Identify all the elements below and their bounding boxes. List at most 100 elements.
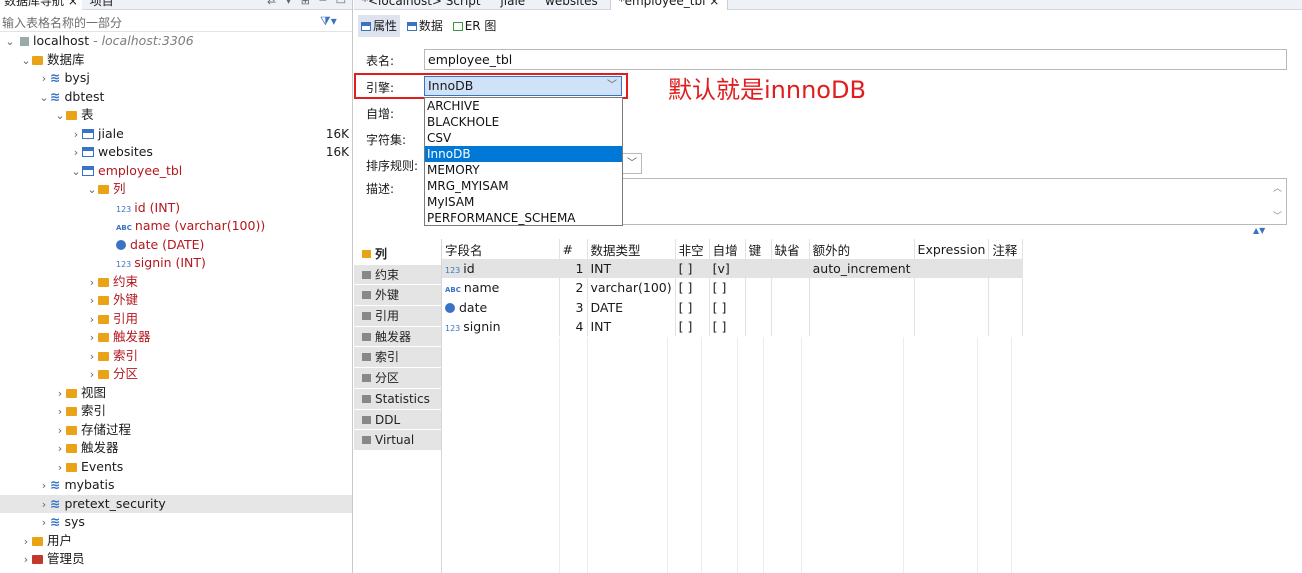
cell-notnull[interactable]: [ ] (675, 297, 710, 317)
engine-option[interactable]: MyISAM (425, 194, 622, 210)
column-header[interactable]: 额外的 (809, 239, 915, 259)
section-tab[interactable]: Virtual (354, 430, 441, 451)
chevron-right-icon[interactable]: › (54, 459, 66, 478)
chevron-right-icon[interactable]: › (20, 551, 32, 570)
table-row[interactable]: ABC name 2 varchar(100) [ ] [ ] (442, 278, 1024, 298)
cell-default[interactable] (771, 297, 810, 317)
chevron-down-icon[interactable]: ⌄ (38, 89, 50, 108)
cell-extra[interactable] (809, 316, 915, 337)
tree-node-triggers[interactable]: › 触发器 (0, 328, 352, 348)
table-row[interactable]: date 3 DATE [ ] [ ] (442, 297, 1024, 317)
engine-option[interactable]: PERFORMANCE_SCHEMA (425, 210, 622, 226)
chevron-right-icon[interactable]: › (38, 477, 50, 496)
cell-autoinc[interactable]: [ ] (709, 297, 746, 317)
collapse-icon[interactable]: ▲▼ (1253, 226, 1265, 235)
engine-select[interactable]: InnoDB ﹀ (424, 76, 622, 96)
chevron-right-icon[interactable]: › (86, 348, 98, 367)
chevron-right-icon[interactable]: › (86, 311, 98, 330)
chevron-right-icon[interactable]: › (38, 514, 50, 533)
cell-name[interactable]: ABC name (442, 278, 560, 298)
tree-node-bysj[interactable]: › ≋ bysj (0, 69, 352, 89)
filter-icon[interactable]: ⧩▾ (320, 14, 337, 29)
cell-comment[interactable] (988, 278, 1024, 298)
cell-dtype[interactable]: varchar(100) (587, 278, 676, 298)
engine-option[interactable]: ARCHIVE (425, 98, 622, 114)
tree-node-db-indexes[interactable]: › 索引 (0, 402, 352, 422)
filter-input[interactable] (2, 14, 314, 31)
cell-key[interactable] (745, 316, 772, 337)
chevron-right-icon[interactable]: › (86, 274, 98, 293)
cell-num[interactable]: 2 (559, 278, 588, 298)
chevron-down-icon[interactable]: ⌄ (20, 52, 32, 71)
section-tab[interactable]: 索引 (354, 347, 441, 369)
cell-extra[interactable]: auto_increment (809, 259, 915, 279)
tree-node-column-date[interactable]: date (DATE) (0, 236, 352, 255)
tab-script[interactable]: *<localhost> Script (354, 0, 489, 10)
cell-expr[interactable] (914, 316, 990, 337)
tree-node-procedures[interactable]: › 存储过程 (0, 421, 352, 441)
cell-name[interactable]: 123 id (442, 259, 560, 279)
chevron-right-icon[interactable]: › (86, 329, 98, 348)
tree-node-localhost[interactable]: ⌄ localhost - localhost:3306 (0, 32, 352, 52)
section-tab[interactable]: DDL (354, 409, 441, 431)
chevron-right-icon[interactable]: › (86, 366, 98, 385)
column-header[interactable]: Expression (914, 239, 990, 259)
cell-num[interactable]: 3 (559, 297, 588, 317)
chevron-right-icon[interactable]: › (54, 403, 66, 422)
navigator-toolbar-icons[interactable]: ⇄ ▾ ⊞ ─ ▭ (267, 0, 349, 7)
chevron-right-icon[interactable]: › (70, 126, 82, 145)
table-name-field[interactable] (424, 49, 1287, 70)
cell-comment[interactable] (988, 297, 1024, 317)
engine-option[interactable]: CSV (425, 130, 622, 146)
cell-default[interactable] (771, 316, 810, 337)
chevron-right-icon[interactable]: › (54, 440, 66, 459)
tree-node-jiale[interactable]: › jiale 16K (0, 125, 352, 145)
table-row[interactable]: 123 signin 4 INT [ ] [ ] (442, 316, 1024, 337)
cell-autoinc[interactable]: [ ] (709, 278, 746, 298)
tree-node-foreign-keys[interactable]: › 外键 (0, 291, 352, 310)
tree-node-tables[interactable]: ⌄ 表 (0, 106, 352, 125)
column-header[interactable]: 数据类型 (587, 239, 676, 259)
cell-autoinc[interactable]: [v] (709, 259, 746, 279)
chevron-down-icon[interactable]: ﹀ (607, 77, 617, 95)
tree-node-columns[interactable]: ⌄ 列 (0, 180, 352, 199)
tree-node-column-id[interactable]: 123 id (INT) (0, 199, 352, 218)
scroll-down-icon[interactable]: ﹀ (1273, 209, 1282, 222)
engine-option[interactable]: BLACKHOLE (425, 114, 622, 130)
tree-node-events[interactable]: › Events (0, 458, 352, 478)
chevron-right-icon[interactable]: › (38, 70, 50, 89)
tree-node-users[interactable]: › 用户 (0, 532, 352, 551)
table-row[interactable]: 123 id 1 INT [ ] [v] auto_increment (442, 259, 1024, 279)
tree-node-column-name[interactable]: ABC name (varchar(100)) (0, 217, 352, 236)
chevron-right-icon[interactable]: › (70, 144, 82, 163)
cell-key[interactable] (745, 297, 772, 317)
tree-node-constraints[interactable]: › 约束 (0, 273, 352, 293)
column-header[interactable]: 缺省 (771, 239, 810, 259)
cell-key[interactable] (745, 278, 772, 298)
section-tab[interactable]: 外键 (354, 285, 441, 307)
cell-notnull[interactable]: [ ] (675, 316, 710, 337)
cell-name[interactable]: date (442, 297, 560, 317)
tab-employee-tbl[interactable]: *employee_tbl × (609, 0, 729, 10)
section-tab[interactable]: 分区 (354, 368, 441, 389)
cell-dtype[interactable]: DATE (587, 297, 676, 317)
engine-option[interactable]: MEMORY (425, 162, 622, 178)
tab-data[interactable]: 数据 (404, 15, 446, 37)
tree-node-partitions[interactable]: › 分区 (0, 365, 352, 385)
cell-dtype[interactable]: INT (587, 259, 676, 279)
chevron-down-icon[interactable]: ⌄ (4, 33, 16, 52)
tree-node-websites[interactable]: › websites 16K (0, 143, 352, 163)
cell-notnull[interactable]: [ ] (675, 259, 710, 279)
cell-expr[interactable] (914, 259, 990, 279)
section-tab[interactable]: 列 (354, 244, 441, 265)
chevron-down-icon[interactable]: ⌄ (70, 163, 82, 182)
section-tab[interactable]: 约束 (354, 264, 441, 286)
cell-comment[interactable] (988, 259, 1024, 279)
tab-jiale[interactable]: jiale (492, 0, 533, 10)
chevron-right-icon[interactable]: › (54, 422, 66, 441)
tree-node-pretext-security[interactable]: › ≋ pretext_security (0, 494, 352, 513)
section-tab[interactable]: 触发器 (354, 326, 441, 348)
cell-expr[interactable] (914, 297, 990, 317)
tree-node-db-triggers[interactable]: › 触发器 (0, 439, 352, 459)
column-header[interactable]: 非空 (675, 239, 710, 259)
